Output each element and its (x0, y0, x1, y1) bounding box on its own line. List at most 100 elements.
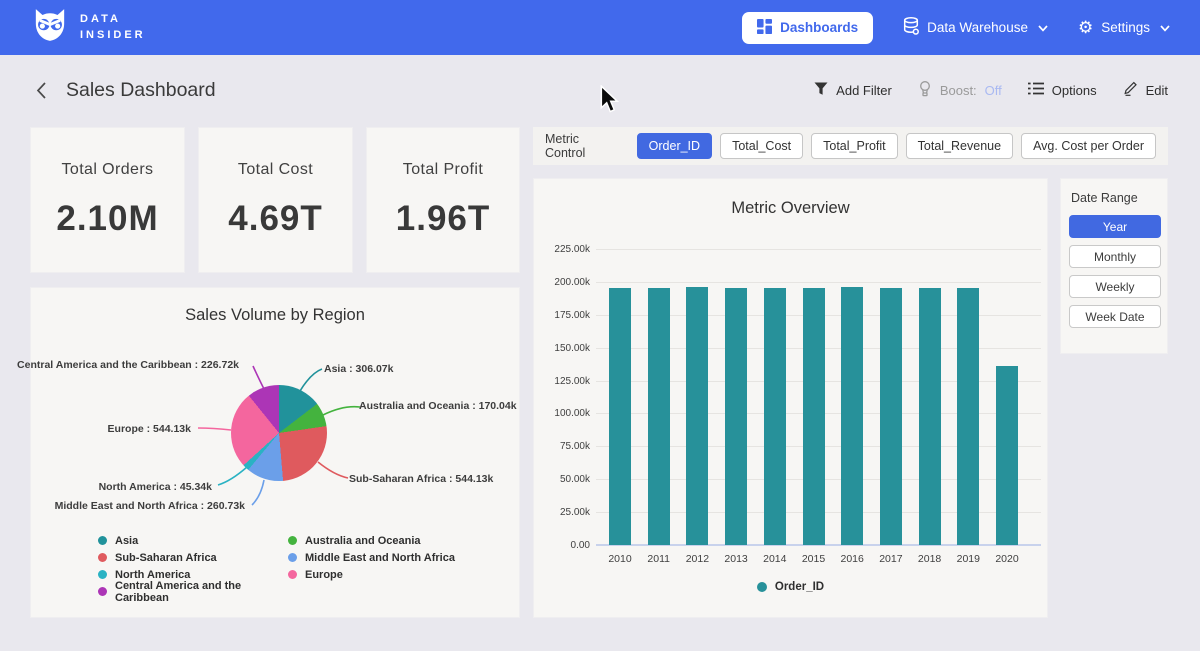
add-filter-label: Add Filter (836, 83, 892, 98)
date-range-monthly[interactable]: Monthly (1069, 245, 1161, 268)
y-axis-tick: 25.00k (536, 507, 590, 518)
bar-2013[interactable] (725, 288, 747, 545)
x-axis-tick: 2011 (639, 553, 679, 565)
y-axis-tick: 225.00k (536, 244, 590, 255)
pie-label-sub-saharan-africa: Sub-Saharan Africa : 544.13k (349, 473, 493, 485)
date-range-weekly[interactable]: Weekly (1069, 275, 1161, 298)
owl-logo-icon (30, 8, 70, 47)
metric-control-buttons: Order_ID Total_Cost Total_Profit Total_Reve… (637, 133, 1156, 159)
bar-2010[interactable] (609, 288, 631, 545)
filter-funnel-icon (814, 82, 828, 99)
pie-label-asia: Asia : 306.07k (324, 363, 393, 375)
date-range-year[interactable]: Year (1069, 215, 1161, 238)
bar-2016[interactable] (841, 287, 863, 545)
edit-label: Edit (1146, 83, 1168, 98)
y-axis-tick: 50.00k (536, 474, 590, 485)
metric-control-strip: Metric Control Order_ID Total_Cost Total_P… (533, 127, 1168, 165)
date-range-label: Date Range (1071, 191, 1159, 205)
x-axis-tick: 2017 (871, 553, 911, 565)
pie-legend-item[interactable]: Central America and the Caribbean (98, 583, 288, 600)
bar-2011[interactable] (648, 288, 670, 545)
pie-label-central-america-and-the-caribbean: Central America and the Caribbean : 226.… (17, 359, 239, 371)
x-axis-tick: 2012 (677, 553, 717, 565)
bar-2015[interactable] (803, 288, 825, 545)
bar-2018[interactable] (919, 288, 941, 545)
kpi-card-total-orders: Total Orders 2.10M (30, 127, 185, 273)
bar-2012[interactable] (686, 287, 708, 546)
metric-chip-order-id[interactable]: Order_ID (637, 133, 712, 159)
legend-dot (757, 582, 767, 592)
options-list-icon (1028, 82, 1044, 98)
metric-chip-total-revenue[interactable]: Total_Revenue (906, 133, 1013, 159)
x-axis-tick: 2020 (987, 553, 1027, 565)
nav-data-warehouse-menu[interactable]: Data Warehouse (903, 17, 1048, 38)
brand-logo[interactable]: DATAINSIDER (30, 8, 146, 47)
legend-dot (98, 570, 107, 579)
bar-2020[interactable] (996, 366, 1018, 545)
pie-legend-item[interactable]: Europe (288, 566, 455, 583)
kpi-label: Total Cost (238, 161, 313, 179)
metric-chip-total-profit[interactable]: Total_Profit (811, 133, 898, 159)
y-axis-tick: 175.00k (536, 310, 590, 321)
date-range-week-date[interactable]: Week Date (1069, 305, 1161, 328)
pie-legend: AsiaSub-Saharan AfricaNorth AmericaCentr… (98, 532, 455, 600)
legend-dot (288, 536, 297, 545)
bar-2014[interactable] (764, 288, 786, 545)
back-button[interactable] (30, 79, 52, 101)
y-axis-tick: 200.00k (536, 277, 590, 288)
page-title: Sales Dashboard (66, 79, 216, 102)
nav-settings-label: Settings (1101, 20, 1150, 35)
kpi-label: Total Orders (62, 161, 154, 179)
bar-2019[interactable] (957, 288, 979, 545)
bar-2017[interactable] (880, 288, 902, 545)
kpi-value: 2.10M (56, 199, 158, 239)
x-axis-tick: 2019 (948, 553, 988, 565)
metric-control-label: Metric Control (545, 132, 621, 160)
pie-chart[interactable] (231, 385, 327, 481)
nav-settings-menu[interactable]: ⚙ Settings (1078, 19, 1170, 36)
y-axis-tick: 150.00k (536, 343, 590, 354)
x-axis-tick: 2010 (600, 553, 640, 565)
pie-legend-item[interactable]: Middle East and North Africa (288, 549, 455, 566)
pie-label-north-america: North America : 45.34k (99, 481, 212, 493)
pie-legend-item[interactable]: Asia (98, 532, 288, 549)
metric-overview-chart-panel: Metric Overview 0.0025.00k50.00k75.00k10… (533, 178, 1048, 618)
x-axis-tick: 2016 (832, 553, 872, 565)
options-button[interactable]: Options (1028, 82, 1097, 98)
top-navbar: DATAINSIDER Dashboards (0, 0, 1200, 55)
metric-chip-total-cost[interactable]: Total_Cost (720, 133, 803, 159)
boost-value: Off (985, 83, 1002, 98)
kpi-value: 4.69T (228, 199, 323, 239)
page-header: Sales Dashboard Add Filter Boost: Off (30, 72, 1168, 108)
gear-icon: ⚙ (1078, 19, 1093, 36)
legend-dot (98, 553, 107, 562)
nav-dashboards-button[interactable]: Dashboards (742, 12, 873, 44)
legend-label: Australia and Oceania (305, 535, 421, 547)
pie-legend-item[interactable]: Sub-Saharan Africa (98, 549, 288, 566)
date-range-buttons: Year Monthly Weekly Week Date (1069, 215, 1159, 328)
legend-label: Asia (115, 535, 138, 547)
y-axis-tick: 0.00 (536, 540, 590, 551)
x-axis-tick: 2018 (910, 553, 950, 565)
pie-label-middle-east-and-north-africa: Middle East and North Africa : 260.73k (55, 500, 245, 512)
nav-data-warehouse-label: Data Warehouse (927, 20, 1028, 35)
y-axis-tick: 75.00k (536, 441, 590, 452)
add-filter-button[interactable]: Add Filter (814, 82, 892, 99)
legend-dot (98, 536, 107, 545)
legend-dot (98, 587, 107, 596)
header-actions: Add Filter Boost: Off (814, 81, 1168, 100)
x-axis-tick: 2014 (755, 553, 795, 565)
gridline (596, 249, 1041, 250)
boost-toggle[interactable]: Boost: Off (918, 81, 1002, 100)
x-axis-tick: 2013 (716, 553, 756, 565)
metric-chip-avg-cost-per-order[interactable]: Avg. Cost per Order (1021, 133, 1156, 159)
legend-label: Order_ID (775, 581, 824, 593)
nav-dashboards-label: Dashboards (780, 20, 858, 35)
boost-balloon-icon (918, 81, 932, 100)
edit-button[interactable]: Edit (1123, 81, 1168, 99)
chevron-down-icon (1160, 20, 1170, 35)
pie-legend-item[interactable]: Australia and Oceania (288, 532, 455, 549)
pie-chart-title: Sales Volume by Region (31, 306, 519, 325)
bar-chart-legend[interactable]: Order_ID (534, 581, 1047, 593)
sales-volume-pie-panel: Sales Volume by Region Asia : 306.07k Aus… (30, 287, 520, 618)
